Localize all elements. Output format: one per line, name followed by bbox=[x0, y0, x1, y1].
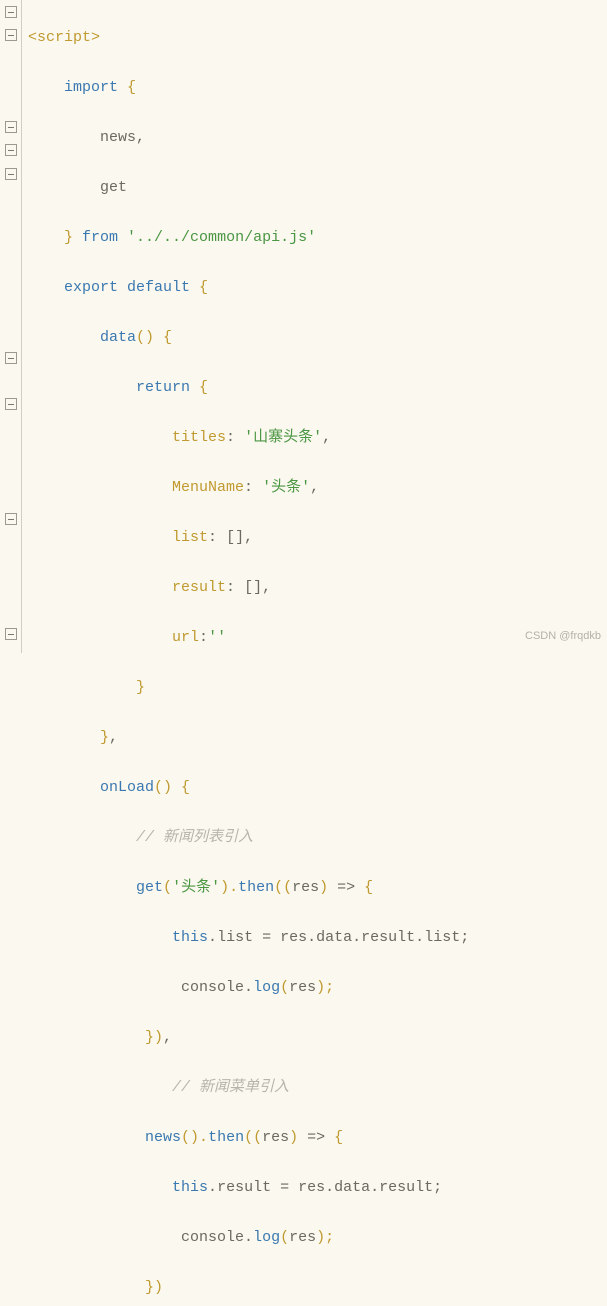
code-editor[interactable]: <script> import { news, get } from '../.… bbox=[0, 0, 607, 1306]
fold-icon[interactable] bbox=[5, 121, 17, 133]
code-line: }) bbox=[28, 1275, 607, 1300]
code-line: list: [], bbox=[28, 525, 607, 550]
fold-icon[interactable] bbox=[5, 144, 17, 156]
code-line: return { bbox=[28, 375, 607, 400]
code-line: // 新闻菜单引入 bbox=[28, 1075, 607, 1100]
code-line: this.list = res.data.result.list; bbox=[28, 925, 607, 950]
watermark: CSDN @frqdkb bbox=[525, 624, 601, 649]
code-line: console.log(res); bbox=[28, 975, 607, 1000]
code-line: }, bbox=[28, 725, 607, 750]
code-line: result: [], bbox=[28, 575, 607, 600]
fold-icon[interactable] bbox=[5, 398, 17, 410]
code-line: }), bbox=[28, 1025, 607, 1050]
code-line: get bbox=[28, 175, 607, 200]
code-line: } bbox=[28, 675, 607, 700]
code-line: url:'' bbox=[28, 625, 607, 650]
code-line: export default { bbox=[28, 275, 607, 300]
fold-icon[interactable] bbox=[5, 168, 17, 180]
code-line: <script> bbox=[28, 25, 607, 50]
fold-icon[interactable] bbox=[5, 513, 17, 525]
fold-icon[interactable] bbox=[5, 6, 17, 18]
fold-icon[interactable] bbox=[5, 628, 17, 640]
code-line: import { bbox=[28, 75, 607, 100]
gutter bbox=[0, 0, 22, 653]
code-line: onLoad() { bbox=[28, 775, 607, 800]
code-line: MenuName: '头条', bbox=[28, 475, 607, 500]
code-line: this.result = res.data.result; bbox=[28, 1175, 607, 1200]
code-line: // 新闻列表引入 bbox=[28, 825, 607, 850]
code-line: titles: '山寨头条', bbox=[28, 425, 607, 450]
fold-icon[interactable] bbox=[5, 29, 17, 41]
code-line: news().then((res) => { bbox=[28, 1125, 607, 1150]
fold-icon[interactable] bbox=[5, 352, 17, 364]
code-line: } from '../../common/api.js' bbox=[28, 225, 607, 250]
code-line: get('头条').then((res) => { bbox=[28, 875, 607, 900]
code-line: news, bbox=[28, 125, 607, 150]
code-line: console.log(res); bbox=[28, 1225, 607, 1250]
code-line: data() { bbox=[28, 325, 607, 350]
